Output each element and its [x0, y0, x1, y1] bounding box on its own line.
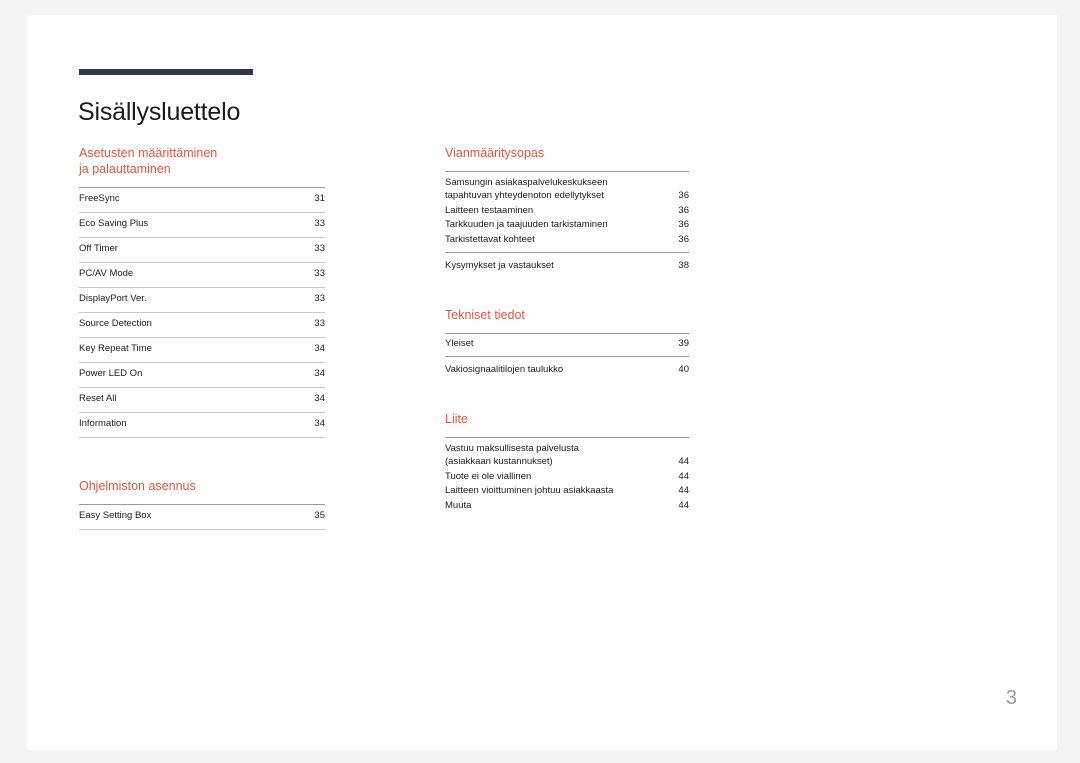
- toc-entry-page-number: 34: [314, 343, 325, 354]
- toc-entry[interactable]: Vastuu maksullisesta palvelusta (asiakka…: [445, 441, 689, 469]
- toc-entry-page-number: 34: [314, 418, 325, 429]
- toc-entry-label: Muuta: [445, 499, 472, 511]
- toc-entry-label: Eco Saving Plus: [79, 218, 149, 229]
- toc-entry-page-number: 36: [678, 233, 689, 245]
- toc-entry[interactable]: Tarkkuuden ja taajuuden tarkistaminen 36: [445, 218, 689, 233]
- toc-section-liite: Liite Vastuu maksullisesta palvelusta (as…: [445, 411, 689, 513]
- toc-entry-label: Yleiset: [445, 338, 474, 349]
- toc-entry[interactable]: Easy Setting Box 35: [79, 505, 325, 530]
- toc-entry-page-number: 39: [678, 338, 689, 349]
- toc-entry-page-number: 34: [314, 368, 325, 379]
- toc-entry-label: Key Repeat Time: [79, 343, 152, 354]
- toc-entry-page-number: 38: [678, 259, 689, 271]
- toc-entry-label: Off Timer: [79, 243, 118, 254]
- toc-entry-label: Tarkkuuden ja taajuuden tarkistaminen: [445, 219, 608, 230]
- toc-section-vianmääritysopas: Vianmääritysopas Samsungin asiakaspalvelu…: [445, 145, 689, 273]
- toc-entry-page-number: 44: [678, 456, 689, 467]
- toc-entry-page-number: 36: [678, 204, 689, 216]
- toc-entry-list: Easy Setting Box 35: [79, 504, 325, 530]
- toc-section-ohjelmiston-asennus: Ohjelmiston asennus Easy Setting Box 35: [79, 478, 325, 530]
- toc-entry-label: Tarkistettavat kohteet: [445, 233, 535, 245]
- toc-entry[interactable]: Reset All 34: [79, 388, 325, 413]
- section-heading: Asetusten määrittäminen ja palauttaminen: [79, 146, 218, 176]
- toc-entry[interactable]: PC/AV Mode 33: [79, 263, 325, 288]
- toc-entry[interactable]: Samsungin asiakaspalvelukeskukseen tapah…: [445, 175, 689, 203]
- toc-entry[interactable]: Laitteen vioittuminen johtuu asiakkaasta…: [445, 484, 689, 499]
- toc-entry-label: DisplayPort Ver.: [79, 293, 147, 304]
- toc-entry-page-number: 44: [678, 470, 689, 482]
- section-heading: Vianmääritysopas: [445, 146, 545, 160]
- toc-entry[interactable]: Kysymykset ja vastaukset 38: [445, 251, 689, 273]
- toc-entry-page-number: 44: [678, 485, 689, 496]
- toc-entry-label: PC/AV Mode: [79, 268, 134, 279]
- toc-entry-label: Tuote ei ole viallinen: [445, 470, 532, 482]
- section-heading: Ohjelmiston asennus: [79, 479, 196, 493]
- toc-entry[interactable]: Off Timer 33: [79, 238, 325, 263]
- toc-entry-page-number: 33: [314, 318, 325, 329]
- toc-entry-page-number: 33: [314, 268, 325, 279]
- document-page: Sisällysluettelo Asetusten määrittäminen…: [27, 15, 1057, 750]
- toc-entry-label: Vakiosignaalitilojen taulukko: [445, 364, 564, 375]
- toc-entry[interactable]: Tarkistettavat kohteet 36: [445, 232, 689, 247]
- toc-entry-page-number: 40: [678, 364, 689, 375]
- toc-entry-page-number: 31: [314, 193, 325, 204]
- toc-entry[interactable]: Eco Saving Plus 33: [79, 213, 325, 238]
- toc-entry-list: Samsungin asiakaspalvelukeskukseen tapah…: [445, 171, 689, 273]
- toc-entry-page-number: 35: [314, 510, 325, 521]
- section-heading: Tekniset tiedot: [445, 307, 525, 322]
- toc-entry[interactable]: Laitteen testaaminen 36: [445, 203, 689, 218]
- toc-entry-label: Reset All: [79, 393, 117, 404]
- toc-left-column: Asetusten määrittäminen ja palauttaminen…: [79, 145, 325, 530]
- toc-entry-page-number: 33: [314, 243, 325, 254]
- toc-entry[interactable]: DisplayPort Ver. 33: [79, 288, 325, 313]
- toc-entry-label: Power LED On: [79, 368, 143, 379]
- page-title: Sisällysluettelo: [78, 97, 241, 126]
- toc-entry-label: Kysymykset ja vastaukset: [445, 259, 554, 271]
- toc-entry-page-number: 36: [678, 219, 689, 230]
- page-number: 3: [1005, 687, 1017, 709]
- toc-entry-list: Yleiset 39 Vakiosignaalitilojen taulukko 40: [445, 332, 689, 378]
- toc-entry[interactable]: Source Detection 33: [79, 313, 325, 338]
- title-accent-rule: [79, 69, 253, 75]
- toc-entry[interactable]: Vakiosignaalitilojen taulukko 40: [445, 356, 689, 377]
- toc-entry[interactable]: Information 34: [79, 413, 325, 438]
- toc-entry-label: Laitteen vioittuminen johtuu asiakkaasta: [445, 485, 614, 496]
- toc-section-asetusten-määrittäminen-ja-palauttaminen: Asetusten määrittäminen ja palauttaminen…: [79, 145, 325, 438]
- toc-entry-page-number: 33: [314, 293, 325, 304]
- section-heading: Liite: [445, 412, 468, 426]
- toc-entry-page-number: 34: [314, 393, 325, 404]
- toc-entry-label: Samsungin asiakaspalvelukeskukseen tapah…: [445, 176, 608, 202]
- toc-entry-label: Vastuu maksullisesta palvelusta (asiakka…: [445, 442, 579, 468]
- toc-right-column: Vianmääritysopas Samsungin asiakaspalvelu…: [445, 145, 689, 513]
- toc-entry[interactable]: Yleiset 39: [445, 337, 689, 352]
- toc-entry-label: Information: [79, 418, 127, 429]
- toc-entry[interactable]: Tuote ei ole viallinen 44: [445, 469, 689, 484]
- toc-entry-page-number: 44: [678, 499, 689, 511]
- toc-entry-label: Easy Setting Box: [79, 510, 152, 521]
- toc-entry-list: Vastuu maksullisesta palvelusta (asiakka…: [445, 437, 689, 513]
- toc-entry[interactable]: Muuta 44: [445, 498, 689, 513]
- toc-entry-page-number: 33: [314, 218, 325, 229]
- toc-entry[interactable]: Key Repeat Time 34: [79, 338, 325, 363]
- toc-entry-label: Source Detection: [79, 318, 152, 329]
- toc-entry[interactable]: Power LED On 34: [79, 363, 325, 388]
- toc-entry-label: Laitteen testaaminen: [445, 204, 534, 216]
- toc-section-tekniset-tiedot: Tekniset tiedot Yleiset 39 Vakiosignaalitil…: [445, 307, 689, 378]
- toc-entry-page-number: 36: [678, 190, 689, 201]
- toc-entry-list: FreeSync 31 Eco Saving Plus 33 Off Timer 33 PC…: [79, 187, 325, 438]
- toc-entry-label: FreeSync: [79, 193, 120, 204]
- toc-entry[interactable]: FreeSync 31: [79, 188, 325, 213]
